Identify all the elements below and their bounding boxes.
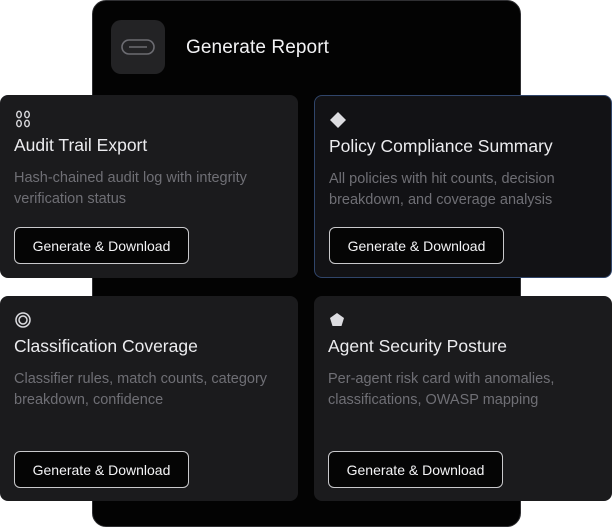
generate-download-button[interactable]: Generate & Download <box>14 227 189 264</box>
card-description: Per-agent risk card with anomalies, clas… <box>328 371 555 408</box>
card-title: Agent Security Posture <box>328 336 507 356</box>
card-title: Classification Coverage <box>14 336 198 356</box>
link-icon <box>111 20 165 74</box>
report-card-agent-security[interactable]: Agent Security Posture Per-agent risk ca… <box>314 296 612 501</box>
diamond-icon <box>329 110 349 130</box>
card-description: Classifier rules, match counts, category… <box>14 371 268 408</box>
card-description: Hash-chained audit log with integrity ve… <box>14 170 247 207</box>
generate-download-button[interactable]: Generate & Download <box>329 227 504 264</box>
chain-links-icon <box>14 109 34 129</box>
generate-download-button[interactable]: Generate & Download <box>14 451 189 488</box>
page-title: Generate Report <box>186 37 330 58</box>
report-card-policy-compliance[interactable]: Policy Compliance Summary All policies w… <box>314 95 612 278</box>
card-title: Audit Trail Export <box>14 135 148 155</box>
card-title: Policy Compliance Summary <box>329 136 553 156</box>
target-circle-icon <box>14 310 34 330</box>
card-description: All policies with hit counts, decision b… <box>329 171 555 208</box>
report-card-classification-coverage[interactable]: Classification Coverage Classifier rules… <box>0 296 298 501</box>
report-card-audit-trail[interactable]: Audit Trail Export Hash-chained audit lo… <box>0 95 298 278</box>
generate-download-button[interactable]: Generate & Download <box>328 451 503 488</box>
pentagon-icon <box>328 310 348 330</box>
